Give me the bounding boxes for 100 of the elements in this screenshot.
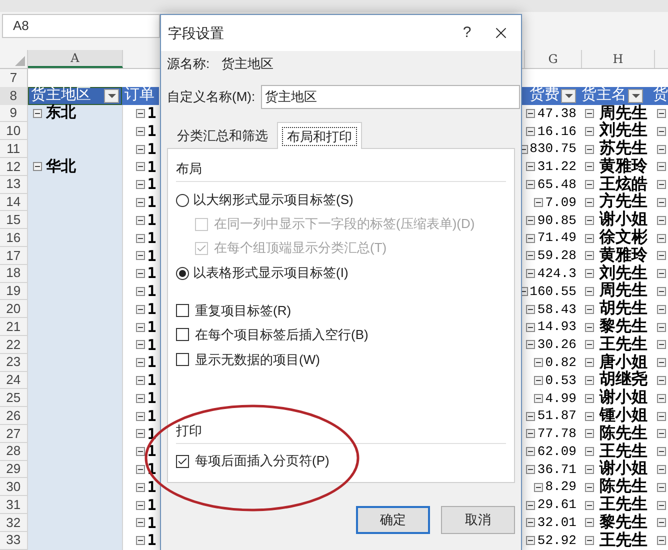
- collapse-icon[interactable]: [136, 304, 146, 314]
- collapse-icon[interactable]: [534, 198, 544, 207]
- collapse-icon[interactable]: [585, 198, 594, 207]
- collapse-icon[interactable]: [657, 429, 666, 438]
- collapse-icon[interactable]: [526, 108, 536, 118]
- radio-button[interactable]: [176, 194, 189, 206]
- collapse-icon[interactable]: [136, 144, 146, 154]
- tab[interactable]: 布局和打印: [277, 122, 362, 149]
- collapse-icon[interactable]: [585, 340, 594, 350]
- collapse-icon[interactable]: [136, 108, 146, 118]
- radio-button[interactable]: [176, 266, 189, 280]
- collapse-icon[interactable]: [585, 394, 594, 403]
- collapse-icon[interactable]: [585, 251, 594, 260]
- collapse-icon[interactable]: [136, 269, 146, 278]
- collapse-icon[interactable]: [657, 518, 666, 528]
- collapse-icon[interactable]: [657, 464, 666, 474]
- tab[interactable]: 分类汇总和筛选: [168, 124, 277, 148]
- collapse-icon[interactable]: [657, 162, 666, 172]
- collapse-icon[interactable]: [526, 322, 536, 332]
- collapse-icon[interactable]: [136, 198, 146, 207]
- column-header[interactable]: A: [28, 50, 123, 68]
- collapse-icon[interactable]: [136, 394, 146, 403]
- collapse-icon[interactable]: [657, 412, 666, 421]
- collapse-icon[interactable]: [136, 500, 146, 510]
- collapse-icon[interactable]: [526, 216, 536, 225]
- collapse-icon[interactable]: [526, 340, 536, 350]
- pivot-field-header[interactable]: 订单: [122, 86, 160, 105]
- collapse-icon[interactable]: [657, 376, 666, 385]
- collapse-icon[interactable]: [657, 500, 666, 510]
- collapse-icon[interactable]: [585, 286, 594, 296]
- checkbox[interactable]: [176, 304, 189, 317]
- collapse-icon[interactable]: [585, 536, 594, 546]
- column-header[interactable]: G: [525, 50, 582, 68]
- collapse-icon[interactable]: [534, 482, 544, 492]
- collapse-icon[interactable]: [585, 464, 594, 474]
- collapse-icon[interactable]: [526, 234, 536, 243]
- collapse-icon[interactable]: [526, 269, 536, 278]
- collapse-icon[interactable]: [657, 216, 666, 225]
- collapse-icon[interactable]: [585, 126, 594, 136]
- collapse-icon[interactable]: [136, 286, 146, 296]
- collapse-icon[interactable]: [585, 322, 594, 332]
- collapse-icon[interactable]: [526, 251, 536, 260]
- collapse-icon[interactable]: [657, 482, 666, 492]
- collapse-icon[interactable]: [657, 322, 666, 332]
- collapse-icon[interactable]: [657, 447, 666, 456]
- collapse-icon[interactable]: [585, 180, 594, 190]
- help-button[interactable]: ?: [453, 22, 481, 44]
- checkbox[interactable]: [176, 454, 189, 468]
- collapse-icon[interactable]: [534, 376, 544, 385]
- collapse-icon[interactable]: [136, 251, 146, 260]
- collapse-icon[interactable]: [136, 412, 146, 421]
- collapse-icon[interactable]: [585, 234, 594, 243]
- collapse-icon[interactable]: [534, 358, 544, 368]
- collapse-icon[interactable]: [585, 429, 594, 438]
- collapse-icon[interactable]: [657, 394, 666, 403]
- collapse-icon[interactable]: [657, 126, 666, 136]
- collapse-icon[interactable]: [136, 482, 146, 492]
- collapse-icon[interactable]: [136, 340, 146, 350]
- collapse-icon[interactable]: [657, 358, 666, 368]
- collapse-icon[interactable]: [657, 144, 666, 154]
- filter-dropdown-button[interactable]: [561, 88, 576, 103]
- collapse-icon[interactable]: [526, 447, 536, 456]
- collapse-icon[interactable]: [526, 180, 536, 190]
- filter-dropdown-button[interactable]: [104, 88, 120, 103]
- collapse-icon[interactable]: [136, 429, 146, 438]
- collapse-icon[interactable]: [585, 304, 594, 314]
- collapse-icon[interactable]: [657, 340, 666, 350]
- collapse-icon[interactable]: [136, 536, 146, 546]
- collapse-icon[interactable]: [136, 180, 146, 190]
- collapse-icon[interactable]: [526, 412, 536, 421]
- custom-name-field[interactable]: 货主地区: [261, 85, 520, 109]
- collapse-icon[interactable]: [585, 482, 594, 492]
- ok-button[interactable]: 确定: [356, 506, 430, 534]
- collapse-icon[interactable]: [136, 126, 146, 136]
- collapse-icon[interactable]: [136, 322, 146, 332]
- filter-dropdown-button[interactable]: [628, 88, 644, 103]
- collapse-icon[interactable]: [32, 162, 42, 172]
- collapse-icon[interactable]: [657, 108, 666, 118]
- checkbox[interactable]: [176, 352, 189, 366]
- collapse-icon[interactable]: [526, 464, 536, 474]
- collapse-icon[interactable]: [526, 304, 536, 314]
- collapse-icon[interactable]: [136, 358, 146, 368]
- collapse-icon[interactable]: [585, 376, 594, 385]
- collapse-icon[interactable]: [534, 394, 544, 403]
- pivot-field-header[interactable]: 货主名: [578, 86, 651, 105]
- collapse-icon[interactable]: [657, 234, 666, 243]
- collapse-icon[interactable]: [136, 162, 146, 172]
- collapse-icon[interactable]: [585, 500, 594, 510]
- collapse-icon[interactable]: [136, 518, 146, 528]
- collapse-icon[interactable]: [585, 216, 594, 225]
- collapse-icon[interactable]: [657, 536, 666, 546]
- collapse-icon[interactable]: [136, 234, 146, 243]
- collapse-icon[interactable]: [32, 108, 42, 118]
- collapse-icon[interactable]: [657, 198, 666, 207]
- collapse-icon[interactable]: [657, 251, 666, 260]
- collapse-icon[interactable]: [657, 269, 666, 278]
- pivot-field-header[interactable]: 货主地区: [28, 86, 122, 105]
- collapse-icon[interactable]: [526, 518, 536, 528]
- collapse-icon[interactable]: [585, 108, 594, 118]
- collapse-icon[interactable]: [526, 536, 536, 546]
